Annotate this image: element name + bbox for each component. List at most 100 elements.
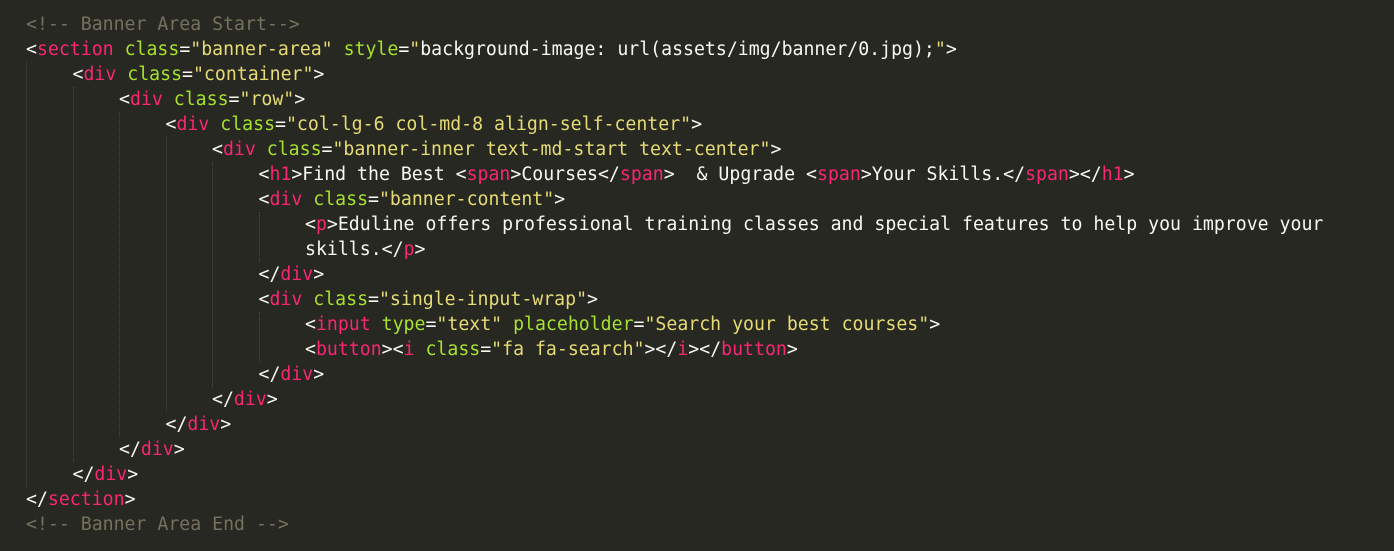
code-token: = xyxy=(228,89,240,110)
code-token: >Your Skills.</ xyxy=(860,164,1026,185)
code-line[interactable]: <div class="col-lg-6 col-md-8 align-self… xyxy=(166,112,703,137)
code-token: "container" xyxy=(192,64,314,85)
code-token: < xyxy=(258,189,270,210)
code-token: < xyxy=(305,339,316,360)
code-token: > xyxy=(554,189,566,210)
code-token: span xyxy=(817,164,861,185)
code-token: div xyxy=(269,189,303,210)
code-token: div xyxy=(94,464,128,485)
code-token: class xyxy=(266,139,322,160)
code-token: >Courses</ xyxy=(510,164,620,185)
code-line[interactable]: skills.</p> xyxy=(305,237,425,262)
indent-guide xyxy=(212,162,213,387)
code-line[interactable]: </div> xyxy=(73,462,139,487)
code-token: = xyxy=(368,289,379,310)
code-token: </ xyxy=(26,489,48,510)
code-token: span xyxy=(466,164,511,185)
code-token: </ xyxy=(258,264,281,285)
code-token: "banner-content" xyxy=(378,189,555,210)
code-token: "single-input-wrap" xyxy=(378,289,588,310)
code-token: i xyxy=(403,339,415,360)
code-token: div xyxy=(280,364,314,385)
code-token: > xyxy=(313,364,325,385)
indent-guide xyxy=(258,212,260,262)
code-line[interactable]: <!-- Banner Area End --> xyxy=(26,512,289,537)
code-token: > xyxy=(124,489,136,510)
code-line[interactable]: <section class="banner-area" style="back… xyxy=(26,37,957,62)
code-line[interactable]: </div> xyxy=(166,412,232,437)
code-token: button xyxy=(315,339,382,360)
code-token: <!-- Banner Area End --> xyxy=(26,514,289,535)
code-editor[interactable]: <!-- Banner Area Start--> <section class=… xyxy=(0,0,1394,551)
code-token: input xyxy=(315,314,371,335)
code-token: >Find the Best < xyxy=(291,164,467,185)
code-token: "banner-area" xyxy=(190,39,333,60)
code-line[interactable]: <div class="single-input-wrap"> xyxy=(259,287,598,312)
code-line[interactable]: </section> xyxy=(26,487,136,512)
code-line[interactable]: <p>Eduline offers professional training … xyxy=(305,212,1323,237)
code-token: = xyxy=(633,314,645,335)
indent-guide xyxy=(119,112,120,437)
code-token: skills.</ xyxy=(305,239,404,260)
code-token: > xyxy=(691,114,703,135)
code-token: div xyxy=(269,289,303,310)
code-line[interactable]: <!-- Banner Area Start--> xyxy=(26,12,300,37)
code-token: < xyxy=(72,64,84,85)
code-token: > xyxy=(414,239,426,260)
code-token: = xyxy=(321,139,333,160)
code-token: class xyxy=(220,114,276,135)
code-line[interactable]: <h1>Find the Best <span>Courses</span> &… xyxy=(259,162,1135,187)
code-token: class xyxy=(313,189,369,210)
code-token: > xyxy=(770,139,782,160)
code-line[interactable]: <button><i class="fa fa-search"></i></bu… xyxy=(305,337,798,362)
code-token: < xyxy=(305,214,316,235)
code-line[interactable]: </div> xyxy=(259,262,325,287)
code-token: > xyxy=(173,439,185,460)
code-line[interactable]: <div class="banner-inner text-md-start t… xyxy=(212,137,781,162)
code-token: class xyxy=(127,64,183,85)
indent-guide xyxy=(258,312,260,362)
code-line[interactable]: <div class="container"> xyxy=(73,62,325,87)
code-line[interactable]: <input type="text" placeholder="Search y… xyxy=(305,312,940,337)
code-token: > xyxy=(220,414,232,435)
code-line[interactable]: <div class="banner-content"> xyxy=(259,187,566,212)
code-token: = xyxy=(398,39,410,60)
code-token: type xyxy=(381,314,426,335)
code-line[interactable]: </div> xyxy=(259,362,325,387)
code-token: >Eduline offers professional training cl… xyxy=(326,214,1324,235)
code-token: = xyxy=(179,39,191,60)
code-token: class xyxy=(425,339,481,360)
code-token: "row" xyxy=(239,89,295,110)
code-token: < xyxy=(119,89,130,110)
code-token: >< xyxy=(381,339,404,360)
indent-guide xyxy=(26,62,27,487)
code-token: section xyxy=(47,489,125,510)
code-token: > xyxy=(1123,164,1135,185)
code-token: > xyxy=(945,39,957,60)
code-token: < xyxy=(26,39,37,60)
code-token: = xyxy=(480,339,492,360)
code-token: > & Upgrade < xyxy=(663,164,817,185)
code-line[interactable]: </div> xyxy=(212,387,278,412)
code-token: div xyxy=(176,114,210,135)
code-token: "banner-inner text-md-start text-center" xyxy=(332,139,771,160)
code-token: < xyxy=(258,164,270,185)
code-line[interactable]: <div class="row"> xyxy=(119,87,305,112)
code-token: placeholder xyxy=(513,314,634,335)
code-token: < xyxy=(305,314,316,335)
code-token: class xyxy=(173,89,229,110)
code-token: > xyxy=(266,389,278,410)
code-token: p xyxy=(403,239,415,260)
code-line[interactable]: </div> xyxy=(119,437,185,462)
code-token: > xyxy=(313,64,325,85)
